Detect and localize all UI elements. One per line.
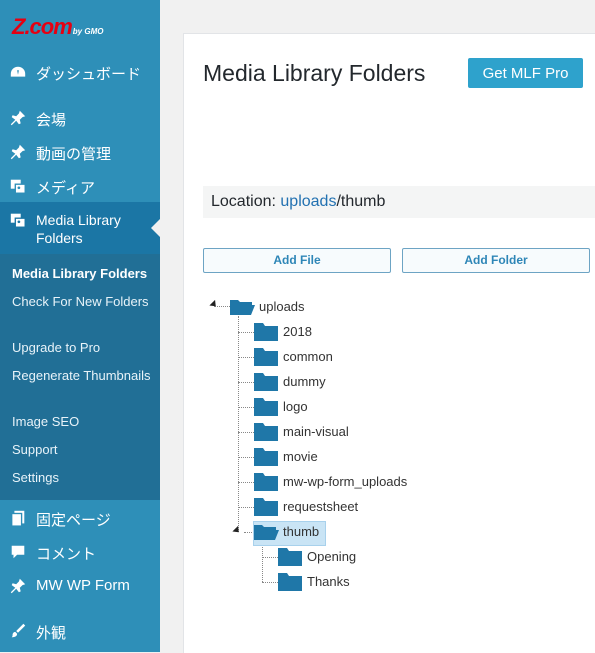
- sidebar-item-label: 外観: [36, 625, 67, 642]
- location-label: Location:: [211, 193, 281, 210]
- sidebar-current-line1: Media Library: [36, 212, 121, 228]
- brand-logo[interactable]: Z.comby GMO: [12, 14, 103, 40]
- tree-connector: [238, 332, 254, 333]
- sidebar-item-label: コメント: [36, 546, 97, 563]
- sidebar-item-label: 固定ページ: [36, 512, 111, 529]
- tree-connector: [238, 407, 254, 408]
- location-link-uploads[interactable]: uploads: [280, 193, 336, 210]
- tree-connector: [238, 316, 239, 532]
- tree-node-label: mw-wp-form_uploads: [283, 474, 408, 489]
- pin-icon: [10, 110, 26, 126]
- get-pro-button[interactable]: Get MLF Pro: [468, 58, 583, 88]
- submenu-item-image-seo[interactable]: Image SEO: [12, 413, 152, 431]
- sidebar-item-label: ダッシュボード: [36, 66, 142, 83]
- tree-connector: [262, 582, 278, 583]
- folder-icon: [278, 548, 302, 566]
- content-panel: [183, 33, 595, 653]
- sidebar-item-label: メディア: [36, 180, 95, 197]
- add-folder-button[interactable]: Add Folder: [402, 248, 590, 273]
- submenu-item-support[interactable]: Support: [12, 441, 152, 459]
- logo-sub: by GMO: [72, 27, 104, 36]
- sidebar-item-label: 会場: [36, 112, 67, 129]
- tree-node-label: requestsheet: [283, 499, 359, 514]
- tree-connector: [262, 557, 278, 558]
- current-indicator-arrow: [151, 219, 160, 237]
- media-icon: [10, 179, 26, 194]
- tree-node-label: logo: [283, 399, 308, 414]
- pin-icon: [10, 578, 26, 594]
- add-file-button[interactable]: Add File: [203, 248, 391, 273]
- tree-node-label: main-visual: [283, 424, 349, 439]
- tree-node-label: Thanks: [307, 574, 350, 589]
- folder-icon: [254, 473, 278, 491]
- sidebar-item-mw-wp-form[interactable]: MW WP Form: [0, 576, 160, 598]
- tree-connector: [214, 306, 230, 307]
- folder-open-icon: [254, 525, 279, 540]
- tree-node-label: thumb: [283, 524, 320, 539]
- folder-icon: [278, 573, 302, 591]
- submenu-item-media-library-folders[interactable]: Media Library Folders: [12, 265, 152, 283]
- comment-icon: [11, 545, 25, 559]
- sidebar-item-video[interactable]: 動画の管理: [0, 142, 160, 164]
- pin-icon: [10, 144, 26, 160]
- tree-node-label: common: [283, 349, 333, 364]
- tree-connector: [238, 482, 254, 483]
- tree-connector: [262, 542, 263, 582]
- sidebar-current-line2: Folders: [36, 230, 83, 246]
- brush-icon: [11, 623, 26, 638]
- folder-icon: [254, 398, 278, 416]
- tree-node-label: movie: [283, 449, 318, 464]
- location-rest: /thumb: [336, 193, 386, 210]
- page-title: Media Library Folders: [203, 60, 426, 86]
- tree-node-label: 2018: [283, 324, 312, 339]
- submenu: Media Library Folders Check For New Fold…: [0, 254, 160, 500]
- submenu-item-regenerate[interactable]: Regenerate Thumbnails: [12, 367, 152, 385]
- folder-icon: [254, 323, 278, 341]
- sidebar-item-venue[interactable]: 会場: [0, 108, 160, 130]
- folder-icon: [254, 373, 278, 391]
- media-icon: [10, 213, 26, 228]
- folder-icon: [254, 448, 278, 466]
- sidebar-item-media-library-folders[interactable]: Media Library Folders: [0, 202, 160, 254]
- tree-connector: [238, 457, 254, 458]
- sidebar-item-media[interactable]: メディア: [0, 176, 160, 198]
- sidebar-item-label: Media Library Folders: [36, 211, 121, 247]
- sidebar-item-label: MW WP Form: [36, 577, 130, 594]
- dashboard-icon: [10, 66, 26, 77]
- pages-icon: [11, 510, 25, 527]
- tree-connector: [238, 357, 254, 358]
- tree-connector: [238, 382, 254, 383]
- tree-node-label: Opening: [307, 549, 357, 564]
- tree-node-label: uploads: [259, 299, 305, 314]
- location-bar: Location: uploads/thumb: [203, 186, 595, 218]
- tree-node-label: dummy: [283, 374, 326, 389]
- sidebar-item-pages[interactable]: 固定ページ: [0, 508, 160, 530]
- tree-connector: [238, 432, 254, 433]
- tree-connector: [238, 507, 254, 508]
- submenu-item-check-new-folders[interactable]: Check For New Folders: [12, 293, 152, 311]
- folder-open-icon: [230, 300, 255, 315]
- folder-icon: [254, 348, 278, 366]
- location-text: Location: uploads/thumb: [211, 193, 385, 211]
- admin-sidebar: Z.comby GMO ダッシュボード 会場 動画の管理 メディア Media …: [0, 0, 160, 652]
- sidebar-item-label: 動画の管理: [36, 146, 112, 163]
- submenu-item-settings[interactable]: Settings: [12, 469, 152, 487]
- sidebar-item-appearance[interactable]: 外観: [0, 621, 160, 643]
- logo-text: Z.com: [12, 14, 73, 39]
- sidebar-item-comments[interactable]: コメント: [0, 542, 160, 564]
- folder-icon: [254, 423, 278, 441]
- folder-icon: [254, 498, 278, 516]
- submenu-item-upgrade[interactable]: Upgrade to Pro: [12, 339, 152, 357]
- sidebar-item-dashboard[interactable]: ダッシュボード: [0, 62, 160, 84]
